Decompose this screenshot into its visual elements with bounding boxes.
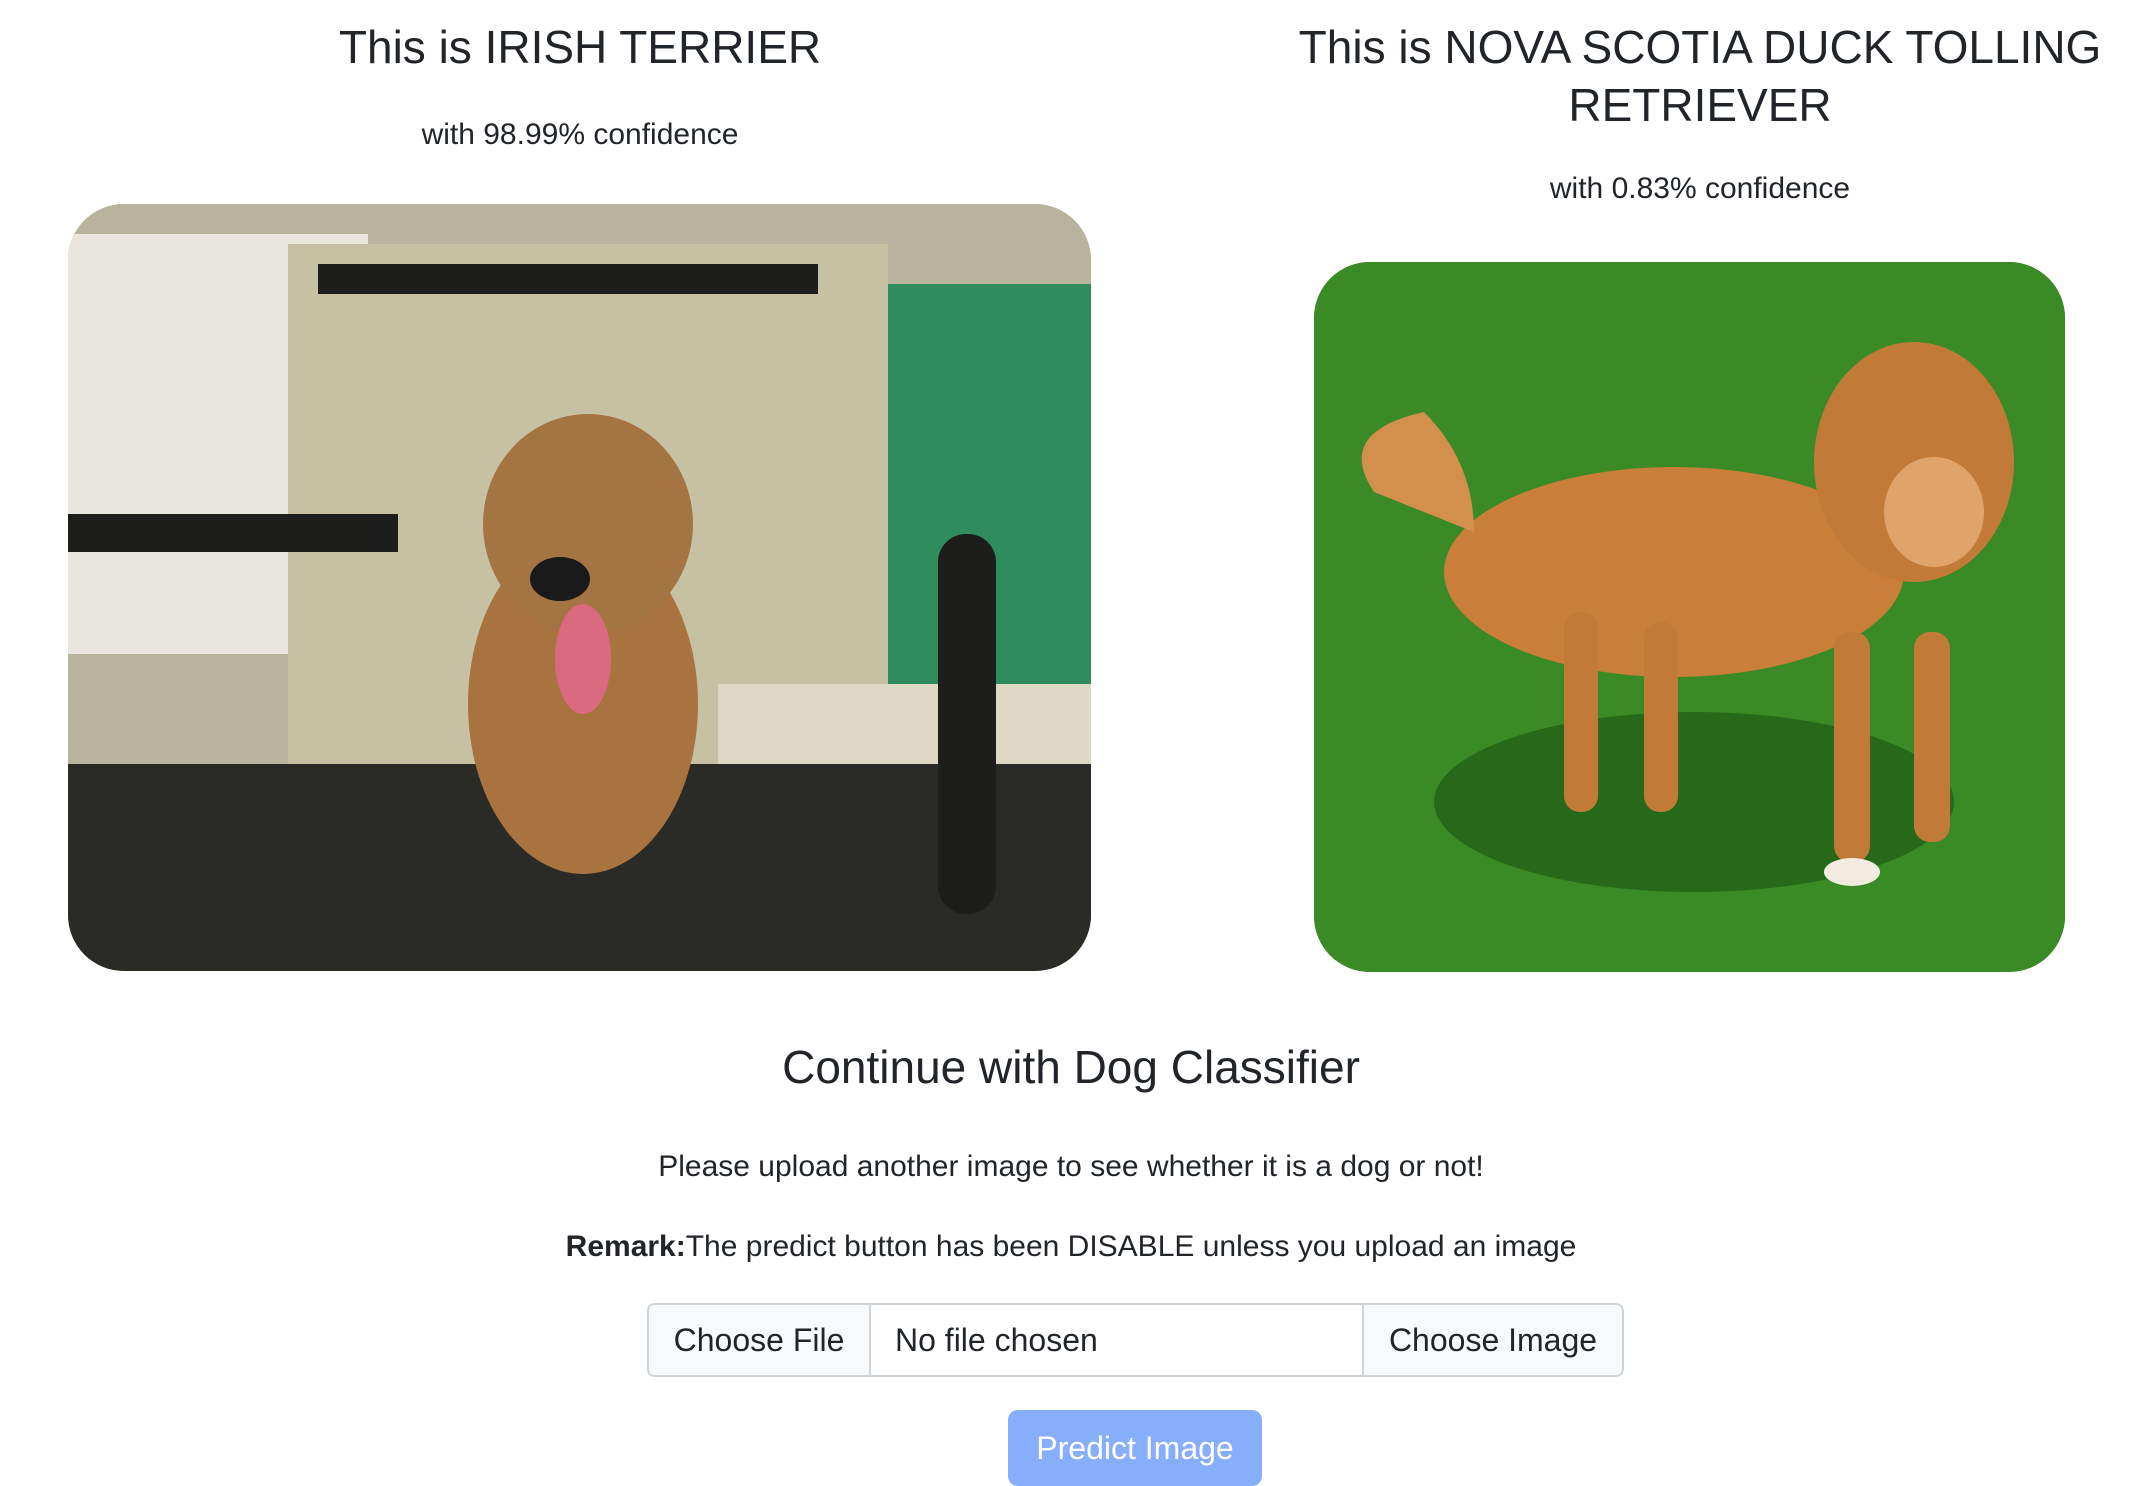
- choose-file-button[interactable]: Choose File: [649, 1305, 871, 1375]
- upload-instructions: Please upload another image to see wheth…: [658, 1150, 1484, 1183]
- remark-label: Remark:: [565, 1230, 686, 1263]
- result-irish-terrier: This is IRISH TERRIER with 98.99% confid…: [40, 18, 1120, 152]
- file-name-display[interactable]: No file chosen: [871, 1305, 1362, 1375]
- remark-text: Remark:The predict button has been DISAB…: [0, 1230, 2142, 1264]
- remark-body: The predict button has been DISABLE unle…: [685, 1230, 1577, 1263]
- continue-heading: Continue with Dog Classifier: [782, 1041, 1360, 1093]
- irish-terrier-photo: [68, 204, 1091, 971]
- result-nova-scotia-retriever: This is NOVA SCOTIA DUCK TOLLING RETRIEV…: [1270, 18, 2130, 206]
- result-confidence: with 0.83% confidence: [1549, 172, 1851, 205]
- nova-scotia-retriever-photo: [1314, 262, 2065, 972]
- file-upload-group: Choose File No file chosen Choose Image: [647, 1303, 1624, 1377]
- result-title: This is IRISH TERRIER: [338, 21, 822, 73]
- choose-image-button[interactable]: Choose Image: [1362, 1305, 1622, 1375]
- result-title: This is NOVA SCOTIA DUCK TOLLING RETRIEV…: [1298, 21, 2102, 131]
- continue-section: Continue with Dog Classifier Please uplo…: [0, 1032, 2142, 1263]
- predict-image-button[interactable]: Predict Image: [1008, 1410, 1262, 1486]
- result-confidence: with 98.99% confidence: [421, 118, 739, 151]
